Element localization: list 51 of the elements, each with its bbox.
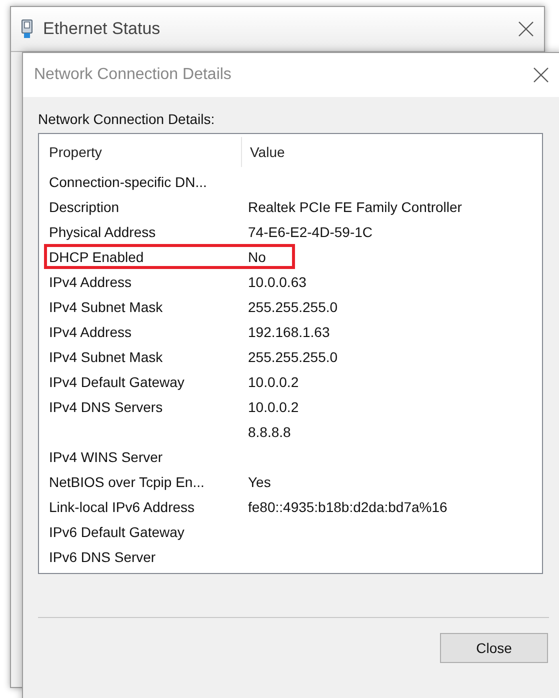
property-cell-text: IPv6 Default Gateway xyxy=(49,524,186,540)
list-row[interactable]: IPv4 Subnet Mask 255.255.255.0 xyxy=(44,294,341,319)
property-cell-text: IPv4 DNS Servers xyxy=(49,398,164,414)
value-cell: 255.255.255.0 xyxy=(248,348,338,364)
column-header[interactable]: Value xyxy=(250,144,285,160)
value-cell: 10.0.0.63 xyxy=(248,274,306,290)
property-cell-text: NetBIOS over Tcpip En... xyxy=(49,474,206,490)
property-cell-text: Description xyxy=(49,198,120,214)
list-row[interactable]: Description Realtek PCIe FE Family Controller xyxy=(44,194,465,219)
list-row[interactable]: NetBIOS over Tcpip En... Yes xyxy=(44,469,295,494)
value-cell: No xyxy=(248,248,266,264)
list-row[interactable]: 8.8.8.8 xyxy=(44,419,295,444)
dialog-title: Network Connection Details xyxy=(34,66,232,84)
list-row[interactable]: IPv6 DNS Server xyxy=(44,544,295,569)
value-cell: 74-E6-E2-4D-59-1C xyxy=(248,224,372,240)
property-cell-text: IPv4 Address xyxy=(49,324,132,340)
value-cell: fe80::4935:b18b:d2da:bd7a%16 xyxy=(248,498,448,514)
property-cell-text: IPv4 Default Gateway xyxy=(49,374,186,390)
list-row[interactable]: IPv4 Address 10.0.0.63 xyxy=(44,269,310,294)
list-row[interactable]: Physical Address 74-E6-E2-4D-59-1C xyxy=(44,219,376,244)
property-cell-text: Connection-specific DN... xyxy=(49,174,208,190)
close-icon[interactable] xyxy=(518,21,534,37)
list-row[interactable]: Connection-specific DN... xyxy=(44,169,295,194)
column-header[interactable]: Property xyxy=(49,144,241,160)
value-cell: 10.0.0.2 xyxy=(248,398,299,414)
value-cell: 10.0.0.2 xyxy=(248,374,299,390)
list-row[interactable]: IPv6 Default Gateway xyxy=(44,519,295,544)
list-row[interactable]: IPv4 Default Gateway 10.0.0.2 xyxy=(44,369,302,394)
close-button[interactable]: Close xyxy=(440,633,548,663)
list-label: Network Connection Details: xyxy=(38,111,216,127)
value-cell: Realtek PCIe FE Family Controller xyxy=(248,198,462,214)
value-cell: 255.255.255.0 xyxy=(248,298,338,314)
value-cell: 192.168.1.63 xyxy=(248,324,330,340)
property-cell-text: IPv4 Address xyxy=(49,274,132,290)
window-title: Ethernet Status xyxy=(43,19,162,39)
close-icon[interactable] xyxy=(533,67,549,83)
property-cell-text: DHCP Enabled xyxy=(49,248,145,264)
list-row[interactable]: IPv4 Address 192.168.1.63 xyxy=(44,319,333,344)
value-cell: 8.8.8.8 xyxy=(248,424,291,440)
list-row[interactable]: IPv4 WINS Server xyxy=(44,444,295,469)
property-cell-text: IPv4 Subnet Mask xyxy=(49,348,164,364)
list-row[interactable]: IPv4 Subnet Mask 255.255.255.0 xyxy=(44,344,341,369)
property-cell-text: IPv4 Subnet Mask xyxy=(49,298,164,314)
property-cell-text: Physical Address xyxy=(49,224,157,240)
property-cell-text: Link-local IPv6 Address xyxy=(49,498,196,514)
list-row[interactable]: Link-local IPv6 Address fe80::4935:b18b:d2da:bd7a%16 xyxy=(44,494,450,519)
network-adapter-icon xyxy=(21,19,33,39)
property-cell-text: IPv4 WINS Server xyxy=(49,448,164,464)
value-cell: Yes xyxy=(248,474,271,490)
property-cell-text: IPv6 DNS Server xyxy=(49,548,157,564)
list-row[interactable]: IPv4 DNS Servers 10.0.0.2 xyxy=(44,394,302,419)
